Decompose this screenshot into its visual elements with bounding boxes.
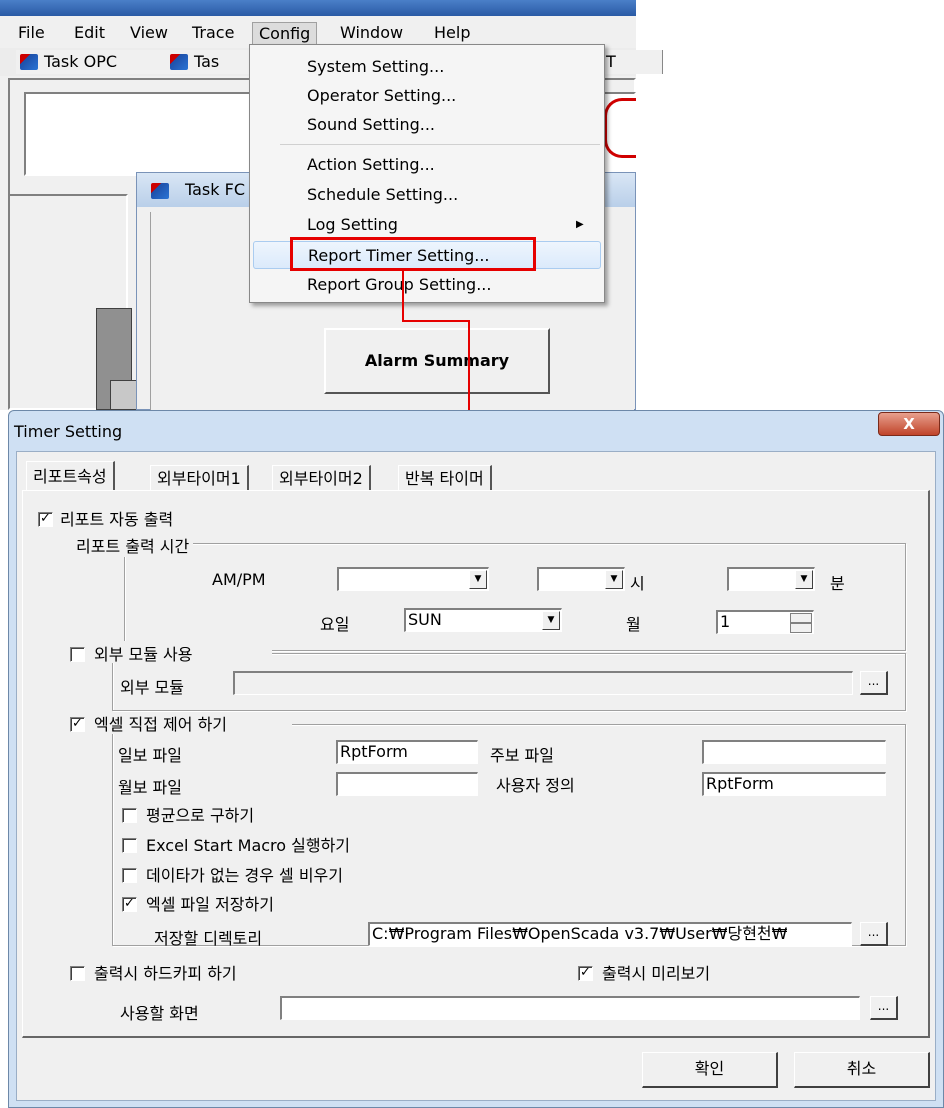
month-value: 1 — [720, 612, 731, 631]
tab-repeat-timer[interactable]: 반복 타이머 — [398, 465, 492, 491]
empty-cell-checkbox[interactable] — [122, 868, 137, 883]
output-time-legend: 리포트 출력 시간 — [72, 533, 194, 557]
menu-item-system-setting[interactable]: System Setting... — [250, 53, 604, 81]
alarm-summary-button[interactable]: Alarm Summary — [324, 328, 550, 394]
ampm-label: AM/PM — [212, 570, 266, 589]
tab-report-properties[interactable]: 리포트속성 — [26, 461, 115, 491]
screen-browse-button[interactable]: ... — [870, 996, 898, 1020]
window-tab-label: Task OPC — [44, 52, 118, 71]
menu-config[interactable]: Config — [252, 22, 318, 46]
ok-button[interactable]: 확인 — [642, 1052, 778, 1088]
average-checkbox[interactable] — [122, 808, 137, 823]
child-window-title: Task FC — [185, 180, 245, 199]
save-directory-browse-button[interactable]: ... — [860, 922, 888, 946]
window-tab-label: Tas — [194, 52, 220, 71]
menu-item-sound-setting[interactable]: Sound Setting... — [250, 111, 604, 139]
check-icon: ✓ — [124, 896, 135, 911]
menu-item-schedule-setting[interactable]: Schedule Setting... — [250, 181, 604, 209]
dropdown-arrow-icon[interactable]: ▼ — [795, 570, 813, 589]
close-button[interactable]: X — [878, 412, 940, 436]
custom-file-input[interactable]: RptForm — [702, 772, 886, 796]
app-logo-icon — [151, 183, 169, 199]
dropdown-arrow-icon[interactable]: ▼ — [605, 570, 623, 589]
menu-window[interactable]: Window — [334, 22, 409, 44]
save-directory-label: 저장할 디렉토리 — [154, 929, 263, 948]
screen-label: 사용할 화면 — [120, 1004, 199, 1023]
average-label: 평균으로 구하기 — [146, 806, 255, 825]
save-excel-checkbox[interactable]: ✓ — [122, 897, 137, 912]
check-icon: ✓ — [580, 965, 591, 980]
external-module-browse-button[interactable]: ... — [860, 671, 888, 695]
tab-external-timer-2[interactable]: 외부타이머2 — [272, 465, 371, 491]
menu-view[interactable]: View — [124, 22, 174, 44]
month-spinner[interactable]: 1 — [716, 610, 814, 634]
screen-input[interactable] — [280, 996, 860, 1020]
hardcopy-checkbox[interactable] — [70, 966, 85, 981]
preview-label: 출력시 미리보기 — [602, 964, 711, 983]
hour-unit-label: 시 — [630, 574, 645, 593]
menu-item-report-group-setting[interactable]: Report Group Setting... — [250, 271, 604, 299]
menu-item-log-setting[interactable]: Log Setting ▶ — [250, 211, 604, 239]
spin-up-icon[interactable] — [790, 613, 812, 623]
daily-file-input[interactable]: RptForm — [336, 740, 478, 764]
daily-file-label: 일보 파일 — [118, 746, 182, 765]
app-logo-icon — [20, 54, 38, 70]
weekly-file-label: 주보 파일 — [490, 746, 554, 765]
excel-macro-checkbox[interactable] — [122, 838, 137, 853]
check-icon: ✓ — [72, 716, 83, 731]
weekly-file-input[interactable] — [702, 740, 886, 764]
external-module-checkbox[interactable] — [70, 647, 85, 662]
month-label: 월 — [626, 615, 641, 634]
submenu-arrow-icon: ▶ — [576, 219, 584, 230]
check-icon: ✓ — [40, 511, 51, 526]
dialog-title: Timer Setting — [14, 422, 123, 441]
menu-edit[interactable]: Edit — [68, 22, 111, 44]
highlight-annotation-box — [290, 237, 536, 271]
excel-control-checkbox[interactable]: ✓ — [70, 717, 85, 732]
menu-trace[interactable]: Trace — [186, 22, 240, 44]
spin-down-icon[interactable] — [790, 623, 812, 633]
output-time-group — [124, 543, 906, 651]
red-glyph-icon — [604, 98, 636, 158]
external-module-field-label: 외부 모듈 — [120, 678, 184, 697]
annotation-line — [402, 271, 404, 321]
weekday-select[interactable]: SUN ▼ — [404, 608, 562, 632]
menu-file[interactable]: File — [12, 22, 51, 44]
menu-item-action-setting[interactable]: Action Setting... — [250, 151, 604, 179]
app-titlebar-strip — [0, 0, 636, 16]
custom-file-label: 사용자 정의 — [496, 776, 575, 795]
monthly-file-label: 월보 파일 — [118, 778, 182, 797]
excel-control-legend: 엑셀 직접 제어 하기 — [94, 715, 228, 734]
menu-item-operator-setting[interactable]: Operator Setting... — [250, 82, 604, 110]
dropdown-arrow-icon[interactable]: ▼ — [469, 570, 487, 589]
window-tab[interactable]: Task OPC — [16, 50, 187, 74]
external-module-field[interactable] — [233, 671, 853, 695]
annotation-line — [402, 320, 470, 322]
weekday-label: 요일 — [320, 615, 350, 634]
external-module-legend: 외부 모듈 사용 — [94, 645, 193, 664]
empty-cell-label: 데이타가 없는 경우 셀 비우기 — [146, 866, 343, 885]
hardcopy-label: 출력시 하드카피 하기 — [94, 964, 237, 983]
minute-select[interactable]: ▼ — [727, 567, 815, 591]
hour-select[interactable]: ▼ — [537, 567, 625, 591]
auto-output-checkbox[interactable]: ✓ — [38, 512, 53, 527]
save-directory-input[interactable]: C:₩Program Files₩OpenScada v3.7₩User₩당현천… — [368, 922, 852, 946]
ampm-select[interactable]: ▼ — [337, 567, 489, 591]
cancel-button[interactable]: 취소 — [794, 1052, 930, 1088]
dropdown-arrow-icon[interactable]: ▼ — [542, 611, 560, 630]
save-excel-label: 엑셀 파일 저장하기 — [146, 895, 274, 914]
excel-macro-label: Excel Start Macro 실행하기 — [146, 836, 351, 855]
window-tab-label: T — [606, 52, 616, 71]
annotation-line — [468, 320, 470, 424]
minute-unit-label: 분 — [830, 574, 845, 593]
auto-output-label: 리포트 자동 출력 — [60, 510, 174, 529]
preview-checkbox[interactable]: ✓ — [578, 966, 593, 981]
tab-external-timer-1[interactable]: 외부타이머1 — [150, 465, 249, 491]
menu-item-label: Log Setting — [307, 215, 398, 234]
weekday-value: SUN — [408, 610, 442, 629]
monthly-file-input[interactable] — [336, 772, 478, 796]
menu-separator — [280, 144, 600, 145]
app-logo-icon — [170, 54, 188, 70]
menu-help[interactable]: Help — [428, 22, 476, 44]
